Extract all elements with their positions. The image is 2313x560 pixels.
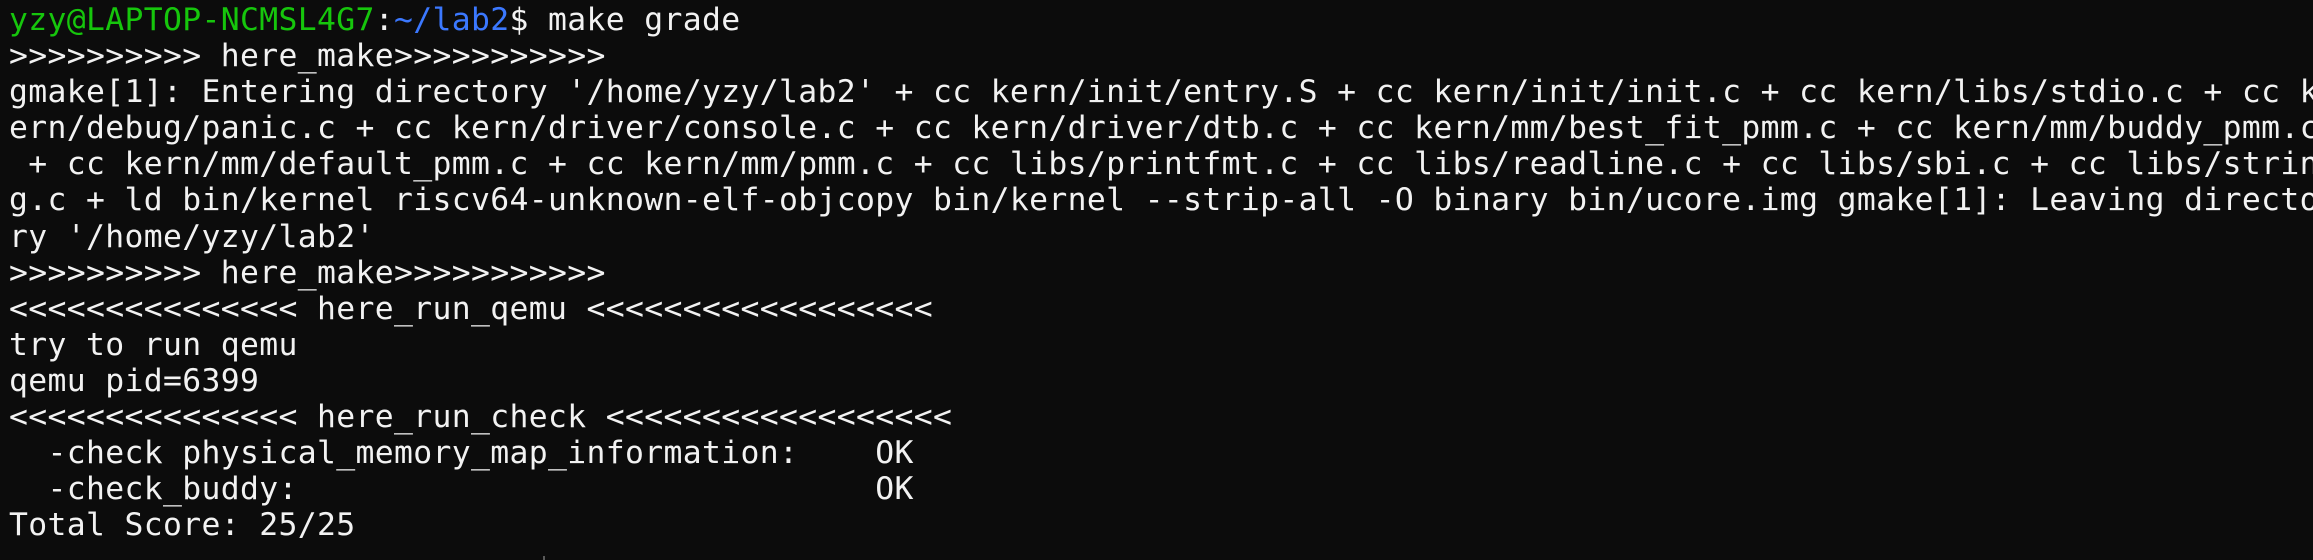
output-line-gmake-4: g.c + ld bin/kernel riscv64-unknown-elf-… [9, 182, 2313, 219]
prompt-dollar: $ [509, 2, 548, 38]
command-text: make grade [547, 2, 741, 38]
output-line-total-score: Total Score: 25/25 [9, 507, 356, 544]
prompt-user-host: yzy@LAPTOP-NCMSL4G7 [9, 2, 375, 38]
output-line-gmake-2: ern/debug/panic.c + cc kern/driver/conso… [9, 110, 2313, 147]
output-line-gmake-1: gmake[1]: Entering directory '/home/yzy/… [9, 74, 2313, 111]
output-line-make-banner-end: >>>>>>>>>> here_make>>>>>>>>>>> [9, 254, 606, 291]
output-line-gmake-5: ry '/home/yzy/lab2' [9, 218, 375, 255]
output-line-check-buddy: -check_buddy: OK [9, 471, 914, 508]
terminal-window[interactable]: yzy@LAPTOP-NCMSL4G7:~/lab2$ make grade >… [0, 0, 2313, 560]
output-line-make-banner: >>>>>>>>>> here_make>>>>>>>>>>> [9, 38, 606, 75]
output-line-run-check-banner: <<<<<<<<<<<<<<< here_run_check <<<<<<<<<… [9, 399, 953, 436]
output-line-qemu-pid: qemu pid=6399 [9, 362, 260, 399]
output-line-run-qemu-banner: <<<<<<<<<<<<<<< here_run_qemu <<<<<<<<<<… [9, 290, 933, 327]
prompt-path: ~/lab2 [393, 2, 510, 38]
prompt-separator: : [374, 2, 394, 38]
output-line-check-physical-memory: -check physical_memory_map_information: … [9, 435, 914, 472]
output-line-try-run-qemu: try to run qemu [9, 326, 298, 363]
output-line-gmake-3: + cc kern/mm/default_pmm.c + cc kern/mm/… [9, 146, 2313, 183]
prompt-line: yzy@LAPTOP-NCMSL4G7:~/lab2$ make grade [9, 2, 2313, 38]
text-cursor [543, 556, 545, 560]
